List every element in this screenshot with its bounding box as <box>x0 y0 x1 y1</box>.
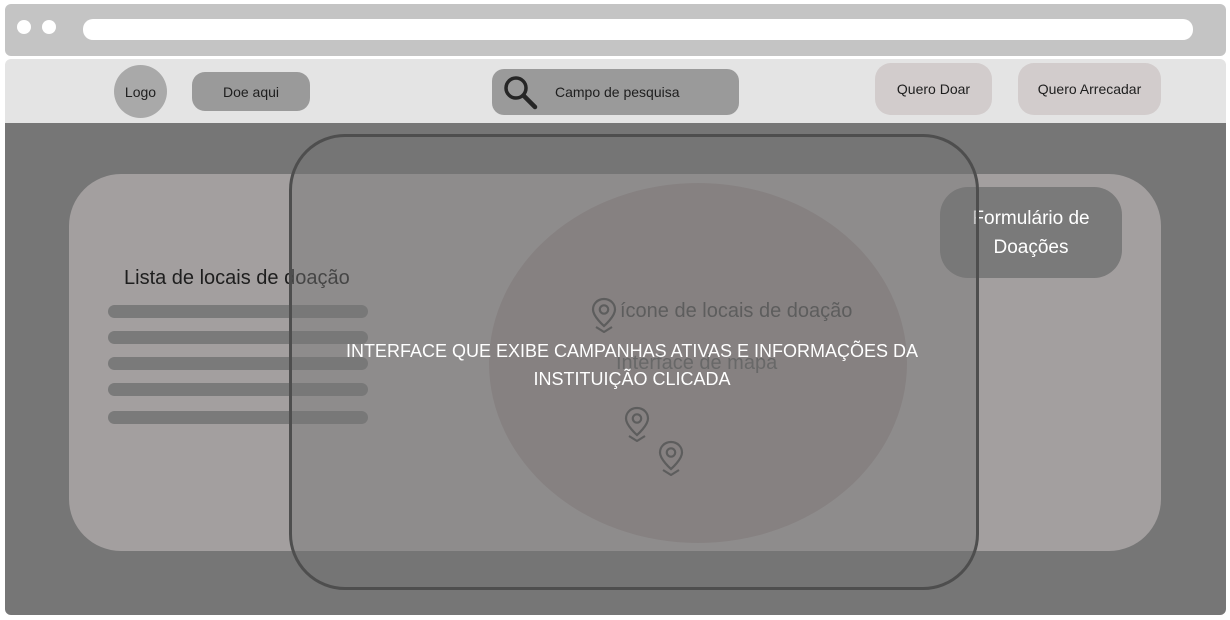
quero-doar-button[interactable]: Quero Doar <box>875 63 992 115</box>
browser-title-bar <box>5 4 1226 56</box>
quero-arrecadar-button[interactable]: Quero Arrecadar <box>1018 63 1161 115</box>
modal-text-line1: INTERFACE QUE EXIBE CAMPANHAS ATIVAS E I… <box>345 341 919 361</box>
modal-text-line2: INSTITUIÇÃO CLICADA <box>533 369 731 389</box>
window-dot-2[interactable] <box>42 20 56 34</box>
search-placeholder: Campo de pesquisa <box>555 84 680 100</box>
window-dot-1[interactable] <box>17 20 31 34</box>
campaign-info-modal-text: INTERFACE QUE EXIBE CAMPANHAS ATIVAS E I… <box>300 337 964 393</box>
navbar: Logo Doe aqui Campo de pesquisa Quero Do… <box>5 59 1226 123</box>
address-bar[interactable] <box>83 19 1193 40</box>
search-icon <box>504 76 538 110</box>
logo[interactable]: Logo <box>114 65 167 118</box>
search-field[interactable]: Campo de pesquisa <box>492 69 739 115</box>
donate-here-button[interactable]: Doe aqui <box>192 72 310 111</box>
